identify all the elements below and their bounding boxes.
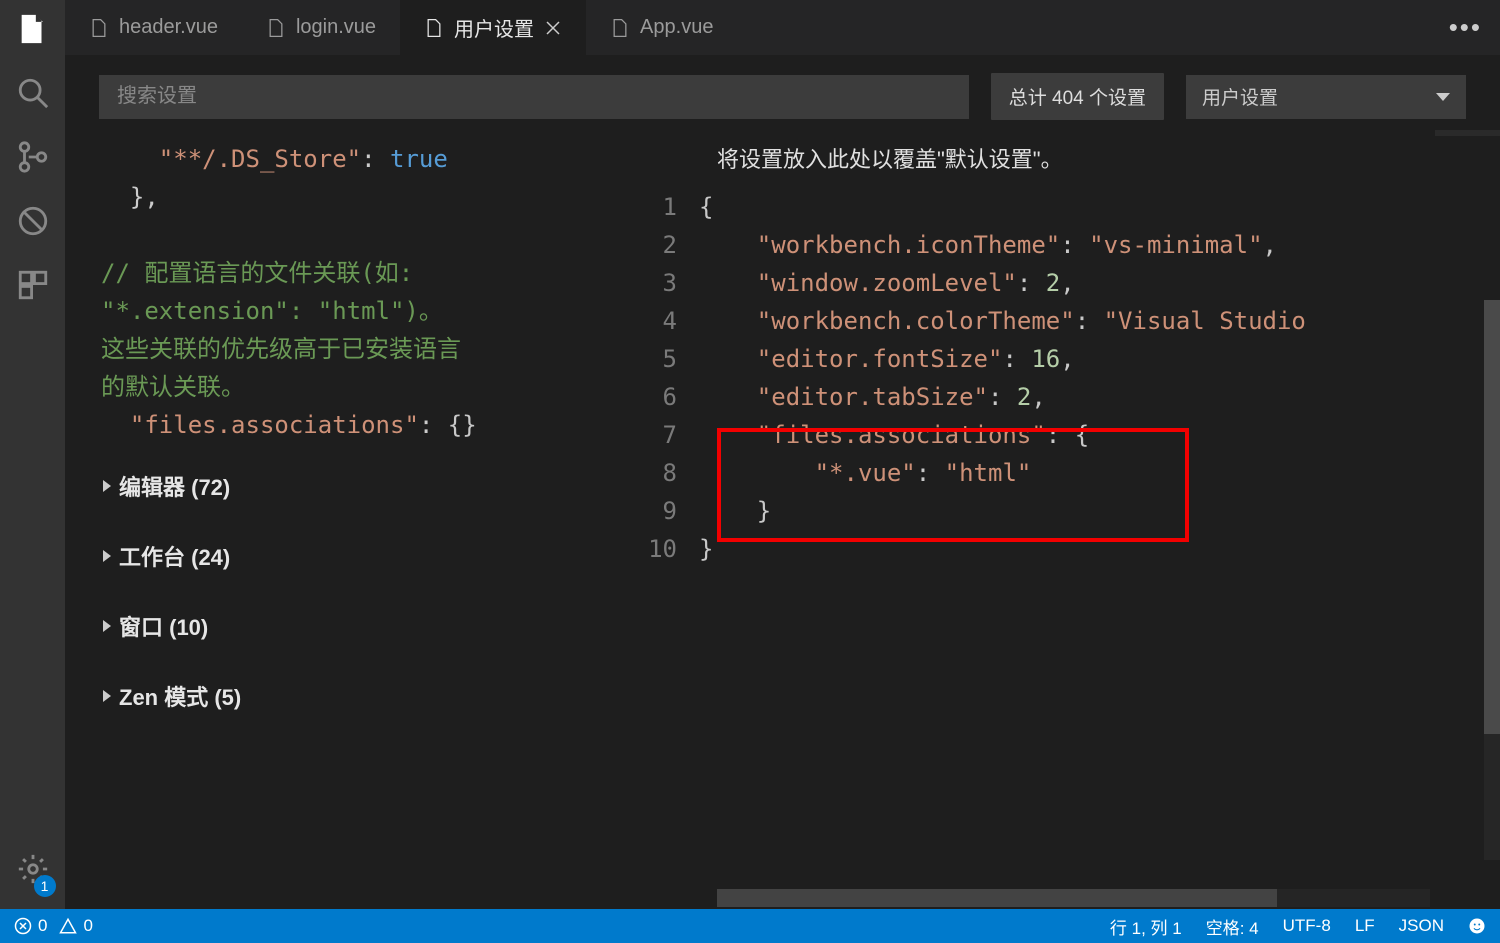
close-icon[interactable] [544,19,562,37]
file-icon [266,18,286,38]
split-editors: "**/.DS_Store": true }, // 配置语言的文件关联(如: … [65,130,1500,909]
warning-count[interactable]: 0 [83,916,92,936]
chevron-down-icon [1436,93,1450,101]
error-count[interactable]: 0 [38,916,47,936]
search-icon[interactable] [16,76,50,110]
category-label: 窗口 (10) [119,610,208,642]
code-token: "**/.DS_Store" [159,145,361,173]
scope-dropdown[interactable]: 用户设置 [1186,75,1466,119]
tab-header-vue[interactable]: header.vue [65,0,242,55]
tab-label: header.vue [119,16,218,39]
search-settings-box[interactable] [99,75,969,119]
language-mode[interactable]: JSON [1399,916,1444,936]
category-workbench[interactable]: 工作台 (24) [101,514,625,584]
scope-label: 用户设置 [1202,83,1278,110]
activity-bar: 1 [0,0,65,909]
category-label: 编辑器 (72) [119,470,230,502]
settings-header: 总计 404 个设置 用户设置 [65,55,1500,130]
tab-label: login.vue [296,16,376,39]
warning-icon[interactable] [59,917,77,935]
main-area: 1 header.vue login.vue 用户设置 App.vue [0,0,1500,909]
source-control-icon[interactable] [16,140,50,174]
files-icon[interactable] [16,12,50,46]
tab-user-settings[interactable]: 用户设置 [400,0,586,55]
scrollbar-thumb[interactable] [1484,300,1500,734]
code-token: true [390,145,448,173]
caret-right-icon [103,690,111,702]
indentation[interactable]: 空格: 4 [1206,914,1259,939]
encoding[interactable]: UTF-8 [1283,916,1331,936]
feedback-icon[interactable] [1468,917,1486,935]
tab-actions: ••• [1449,12,1500,43]
category-label: Zen 模式 (5) [119,680,241,712]
vertical-scrollbar[interactable] [1484,300,1500,860]
scrollbar-thumb[interactable] [717,889,1277,907]
content-column: header.vue login.vue 用户设置 App.vue ••• [65,0,1500,909]
file-icon [610,18,630,38]
tabs-bar: header.vue login.vue 用户设置 App.vue ••• [65,0,1500,55]
category-label: 工作台 (24) [119,540,230,572]
line-number-gutter: 12345678910 [625,188,699,909]
default-settings-editor[interactable]: "**/.DS_Store": true }, // 配置语言的文件关联(如: … [65,130,625,909]
caret-right-icon [103,550,111,562]
file-icon [89,18,109,38]
tab-label: App.vue [640,16,713,39]
gear-badge: 1 [34,875,56,897]
caret-right-icon [103,480,111,492]
status-bar: 0 0 行 1, 列 1 空格: 4 UTF-8 LF JSON [0,909,1500,943]
extensions-icon[interactable] [16,268,50,302]
code-token: "files.associations" [130,411,419,439]
tab-app-vue[interactable]: App.vue [586,0,737,55]
file-icon [424,18,444,38]
code-token: {} [448,411,477,439]
category-editor[interactable]: 编辑器 (72) [101,444,625,514]
debug-icon[interactable] [16,204,50,238]
category-zen[interactable]: Zen 模式 (5) [101,654,625,724]
horizontal-scrollbar[interactable] [717,889,1430,907]
eol[interactable]: LF [1355,916,1375,936]
category-window[interactable]: 窗口 (10) [101,584,625,654]
tab-label: 用户设置 [454,13,534,42]
tab-login-vue[interactable]: login.vue [242,0,400,55]
error-icon[interactable] [14,917,32,935]
cursor-position[interactable]: 行 1, 列 1 [1110,914,1182,939]
caret-right-icon [103,620,111,632]
override-caption: 将设置放入此处以覆盖"默认设置"。 [625,130,1500,188]
code-comment: // 配置语言的文件关联(如: "*.extension": "html")。 … [101,259,461,401]
search-input[interactable] [117,85,951,108]
code-area[interactable]: { "workbench.iconTheme": "vs-minimal", "… [699,188,1306,909]
settings-count: 总计 404 个设置 [991,73,1164,120]
more-icon[interactable]: ••• [1449,12,1482,43]
user-settings-editor: 将设置放入此处以覆盖"默认设置"。 12345678910 { "workben… [625,130,1500,909]
